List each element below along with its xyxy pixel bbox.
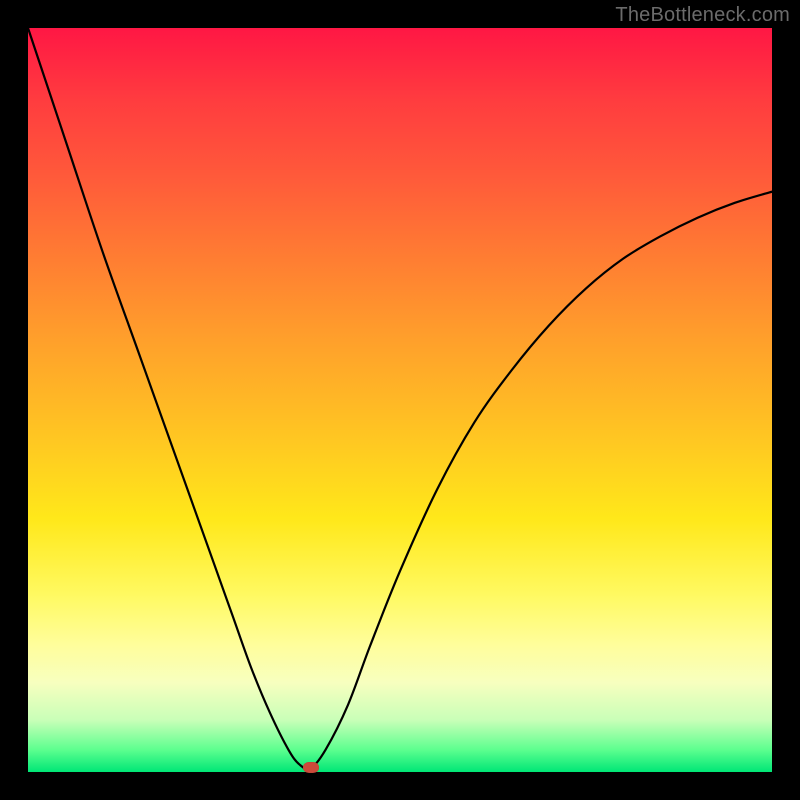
bottleneck-curve	[28, 28, 772, 769]
watermark-text: TheBottleneck.com	[615, 4, 790, 27]
curve-svg	[28, 28, 772, 772]
minimum-marker	[303, 762, 319, 773]
chart-frame: TheBottleneck.com	[0, 0, 800, 800]
plot-area	[28, 28, 772, 772]
